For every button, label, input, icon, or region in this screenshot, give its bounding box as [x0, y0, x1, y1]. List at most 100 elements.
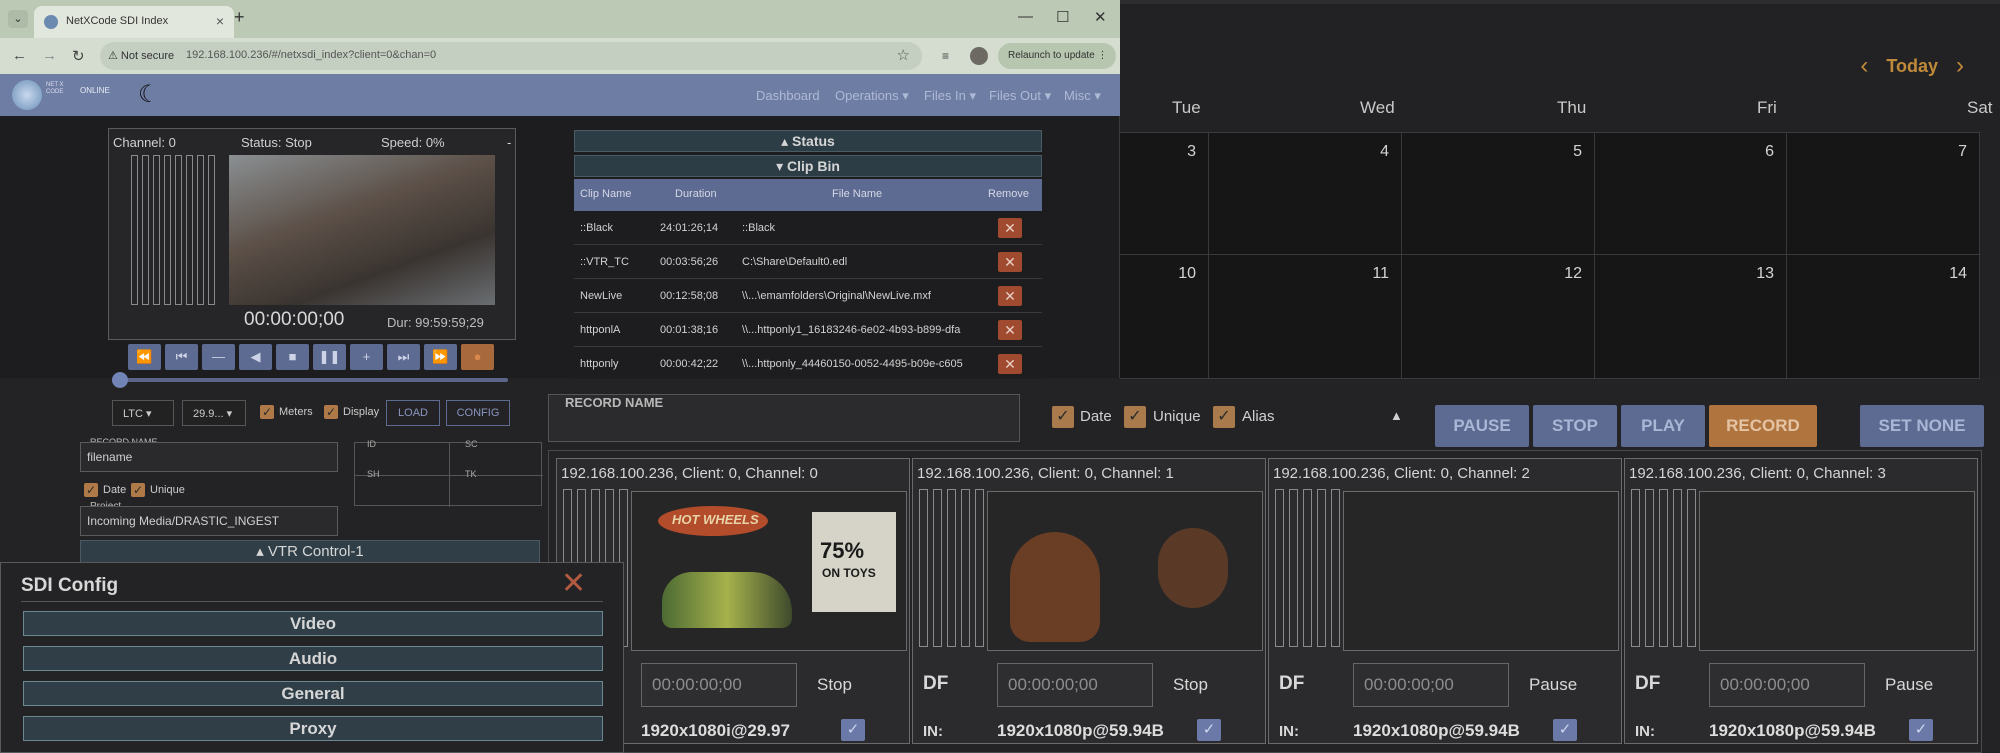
calendar-day-cell[interactable]: 11 — [1209, 255, 1402, 379]
moon-icon[interactable]: ☾ — [138, 80, 160, 109]
status-section-bar[interactable]: ▴ Status — [574, 130, 1042, 152]
forward-icon[interactable]: → — [42, 47, 57, 64]
chevron-left-icon[interactable]: ‹ — [1860, 54, 1868, 78]
calendar-day-cell[interactable]: 14 — [1787, 255, 1980, 379]
tab-search-icon[interactable]: ⌄ — [8, 10, 28, 28]
back-icon[interactable]: ← — [12, 47, 27, 64]
ltc-select[interactable]: LTC ▾ — [112, 400, 174, 426]
close-window-icon[interactable]: ✕ — [1094, 8, 1107, 26]
record-dot-button[interactable]: ● — [461, 344, 494, 370]
channel-select-checkbox[interactable]: ✓ — [1197, 719, 1221, 741]
new-tab-icon[interactable]: + — [234, 7, 245, 28]
config-button[interactable]: CONFIG — [446, 400, 510, 426]
remove-clip-button[interactable]: ✕ — [998, 354, 1022, 374]
remove-clip-button[interactable]: ✕ — [998, 252, 1022, 272]
id-sc-sh-tk-grid[interactable]: ID SC SH TK — [354, 439, 543, 507]
unique-checkbox[interactable]: ✓ — [131, 483, 145, 497]
record-unique-checkbox[interactable]: ✓ — [1124, 406, 1146, 428]
stop-all-button[interactable]: STOP — [1533, 405, 1617, 447]
project-input[interactable]: Incoming Media/DRASTIC_INGEST — [80, 506, 338, 536]
load-button[interactable]: LOAD — [386, 400, 440, 426]
nav-files-in[interactable]: Files In ▾ — [924, 88, 976, 104]
record-date-checkbox[interactable]: ✓ — [1052, 406, 1074, 428]
nav-operations[interactable]: Operations ▾ — [835, 88, 909, 104]
record-alias-checkbox[interactable]: ✓ — [1213, 406, 1235, 428]
rewind-button[interactable]: ⏪ — [128, 344, 161, 370]
today-button[interactable]: Today — [1886, 56, 1938, 77]
url-text[interactable]: 192.168.100.236/#/netxsdi_index?client=0… — [186, 49, 436, 61]
set-none-button[interactable]: SET NONE — [1860, 405, 1984, 447]
browser-tab[interactable]: NetXCode SDI Index × — [34, 6, 234, 38]
clip-bin-section-bar[interactable]: ▾ Clip Bin — [574, 155, 1042, 177]
channel-select-checkbox[interactable]: ✓ — [1553, 719, 1577, 741]
calendar-day-cell[interactable]: 10 — [1120, 255, 1209, 379]
not-secure-badge[interactable]: ⚠ Not secure — [108, 49, 174, 62]
remove-clip-button[interactable]: ✕ — [998, 286, 1022, 306]
clip-row[interactable]: ::Black 24:01:26;14 ::Black ✕ — [574, 211, 1042, 245]
channel-card[interactable]: 192.168.100.236, Client: 0, Channel: 2 D… — [1268, 458, 1622, 744]
clip-row[interactable]: httponly 00:00:42;22 \\...httponly_44460… — [574, 347, 1042, 379]
channel-timecode-input[interactable]: 00:00:00;00 — [997, 663, 1153, 707]
clip-row[interactable]: NewLive 00:12:58;08 \\...\emamfolders\Or… — [574, 279, 1042, 313]
pause-all-button[interactable]: PAUSE — [1435, 405, 1529, 447]
address-bar[interactable]: ⚠ Not secure 192.168.100.236/#/netxsdi_i… — [100, 42, 922, 70]
nav-misc[interactable]: Misc ▾ — [1064, 88, 1101, 104]
calendar-day-cell[interactable]: 5 — [1402, 133, 1595, 255]
stop-button[interactable]: ■ — [276, 344, 309, 370]
fps-select[interactable]: 29.9... ▾ — [182, 400, 246, 426]
player-menu-dash[interactable]: - — [507, 135, 511, 150]
scrub-handle[interactable] — [112, 372, 128, 388]
channel-card[interactable]: 192.168.100.236, Client: 0, Channel: 3 D… — [1624, 458, 1978, 744]
meters-checkbox[interactable]: ✓ — [260, 405, 274, 419]
close-icon[interactable]: ✕ — [561, 569, 586, 599]
minus-button[interactable]: — — [202, 344, 235, 370]
date-checkbox[interactable]: ✓ — [84, 483, 98, 497]
sdi-video-button[interactable]: Video — [23, 611, 603, 636]
fast-forward-button[interactable]: ⏩ — [424, 344, 457, 370]
remove-clip-button[interactable]: ✕ — [998, 320, 1022, 340]
record-name-field[interactable]: RECORD NAME — [548, 394, 1020, 442]
remove-clip-button[interactable]: ✕ — [998, 218, 1022, 238]
channel-timecode-input[interactable]: 00:00:00;00 — [1353, 663, 1509, 707]
go-end-button[interactable]: ⏭ — [387, 344, 420, 370]
netxcode-logo[interactable] — [12, 80, 42, 110]
calendar-day-cell[interactable]: 12 — [1402, 255, 1595, 379]
channel-timecode-input[interactable]: 00:00:00;00 — [1709, 663, 1865, 707]
calendar-day-cell[interactable]: 3 — [1120, 133, 1209, 255]
bookmark-star-icon[interactable]: ☆ — [897, 46, 910, 64]
calendar-day-cell[interactable]: 13 — [1595, 255, 1787, 379]
display-checkbox[interactable]: ✓ — [324, 405, 338, 419]
clip-row[interactable]: httponlA 00:01:38;16 \\...httponly1_1618… — [574, 313, 1042, 347]
profile-avatar[interactable] — [970, 47, 988, 65]
channel-select-checkbox[interactable]: ✓ — [1909, 719, 1933, 741]
calendar-day-cell[interactable]: 7 — [1787, 133, 1980, 255]
record-all-button[interactable]: RECORD — [1709, 405, 1817, 447]
chevron-right-icon[interactable]: › — [1956, 54, 1964, 78]
relaunch-button[interactable]: Relaunch to update ⋮ — [998, 43, 1116, 69]
step-back-button[interactable]: ◀ — [239, 344, 272, 370]
collapse-up-icon[interactable]: ▲ — [1390, 408, 1403, 423]
maximize-icon[interactable]: ☐ — [1056, 8, 1069, 26]
extensions-icon[interactable]: ≡ — [942, 49, 949, 63]
sdi-proxy-button[interactable]: Proxy — [23, 716, 603, 741]
scrub-slider[interactable] — [112, 372, 508, 388]
channel-card[interactable]: 192.168.100.236, Client: 0, Channel: 1 D… — [912, 458, 1266, 744]
calendar-day-cell[interactable]: 6 — [1595, 133, 1787, 255]
sdi-general-button[interactable]: General — [23, 681, 603, 706]
minimize-icon[interactable]: — — [1018, 8, 1033, 25]
calendar-day-cell[interactable]: 4 — [1209, 133, 1402, 255]
clip-row[interactable]: ::VTR_TC 00:03:56;26 C:\Share\Default0.e… — [574, 245, 1042, 279]
channel-timecode-input[interactable]: 00:00:00;00 — [641, 663, 797, 707]
vtr-control-bar[interactable]: ▴ VTR Control-1 — [80, 540, 540, 564]
nav-dashboard[interactable]: Dashboard — [756, 88, 820, 103]
sdi-audio-button[interactable]: Audio — [23, 646, 603, 671]
reload-icon[interactable]: ↻ — [72, 47, 85, 65]
plus-button[interactable]: + — [350, 344, 383, 370]
pause-button[interactable]: ❚❚ — [313, 344, 346, 370]
play-all-button[interactable]: PLAY — [1621, 405, 1705, 447]
close-tab-icon[interactable]: × — [216, 13, 224, 29]
record-name-input[interactable]: filename — [80, 442, 338, 472]
go-start-button[interactable]: ⏮ — [165, 344, 198, 370]
nav-files-out[interactable]: Files Out ▾ — [989, 88, 1051, 104]
channel-select-checkbox[interactable]: ✓ — [841, 719, 865, 741]
